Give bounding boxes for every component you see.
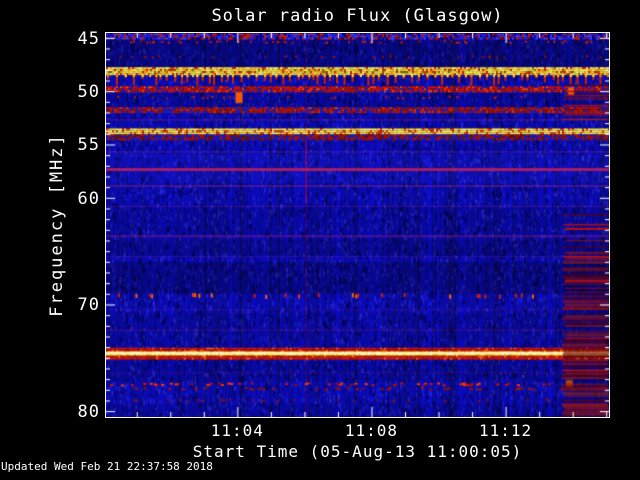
y-axis-title: Frequency [MHz] [47, 133, 67, 317]
spectrogram-canvas [106, 33, 609, 417]
y-tick-label-50: 50 [77, 82, 100, 103]
x-tick-label-1112: 11:12 [479, 421, 533, 440]
plot-frame [105, 32, 610, 418]
x-axis-title: Start Time (05-Aug-13 11:00:05) [192, 442, 523, 461]
y-tick-label-45: 45 [77, 28, 100, 49]
solar-radio-flux-page: Solar radio Flux (Glasgow) 45 50 55 60 70 80 … [0, 0, 640, 480]
chart-title: Solar radio Flux (Glasgow) [211, 6, 504, 26]
updated-timestamp: Updated Wed Feb 21 22:37:58 2018 [1, 460, 213, 473]
x-tick-label-1104: 11:04 [210, 421, 264, 440]
x-tick-label-1108: 11:08 [344, 421, 399, 440]
y-tick-label-80: 80 [77, 402, 100, 423]
